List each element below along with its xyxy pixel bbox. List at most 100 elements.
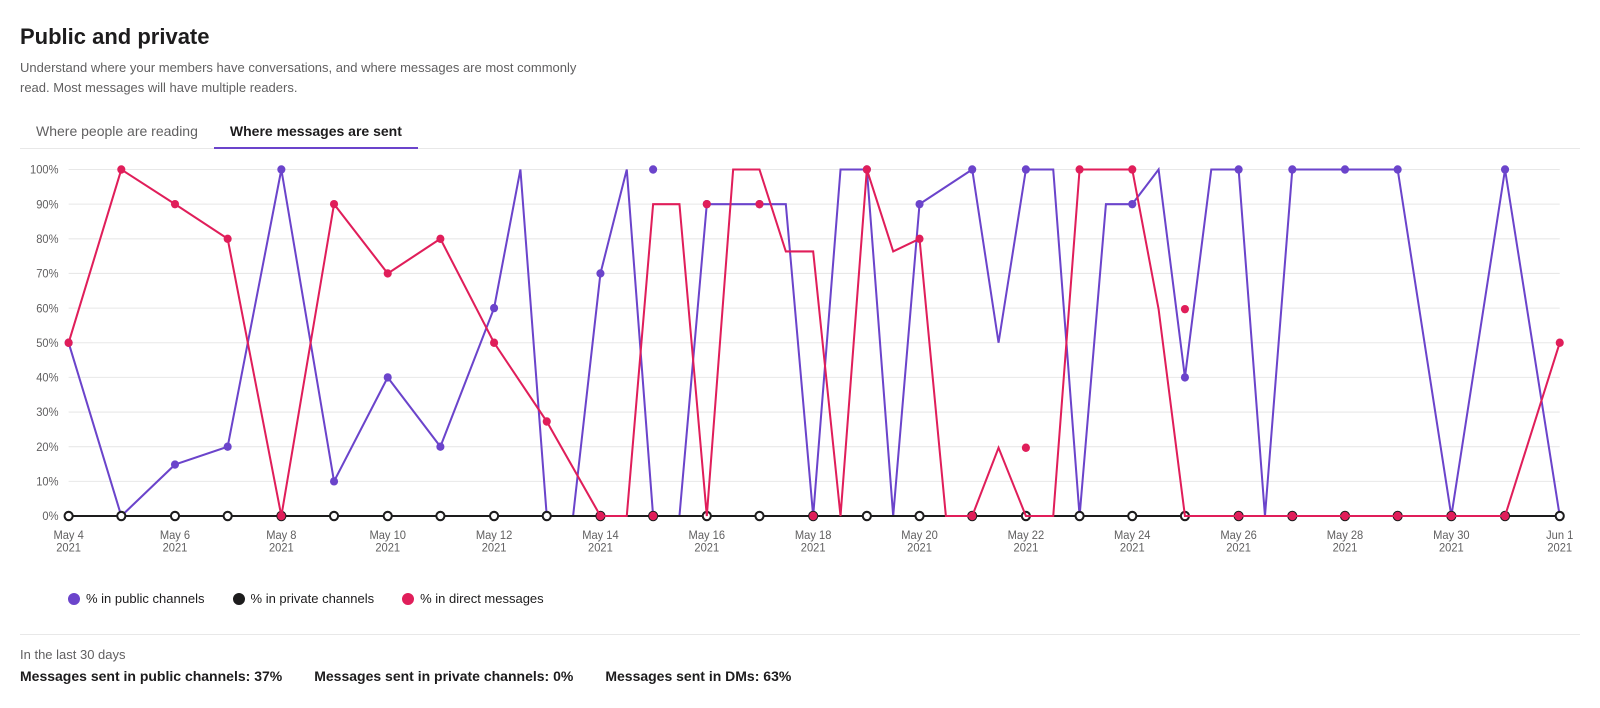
dm-dot (755, 200, 763, 208)
dm-dot (1181, 305, 1189, 313)
dm-dot (1341, 512, 1349, 520)
dm-dot (384, 269, 392, 277)
private-dot (65, 512, 73, 520)
public-dot (915, 200, 923, 208)
public-dot (1022, 165, 1030, 173)
svg-text:May 14: May 14 (582, 530, 618, 542)
dm-dot (117, 165, 125, 173)
public-dot (968, 165, 976, 173)
private-dot (1076, 512, 1084, 520)
stat-public-label: Messages sent in public channels: (20, 668, 250, 684)
legend-private: % in private channels (233, 591, 375, 606)
dm-dot (543, 417, 551, 425)
tab-sent[interactable]: Where messages are sent (214, 115, 418, 149)
dm-dot (436, 235, 444, 243)
public-dot (1128, 200, 1136, 208)
svg-text:2021: 2021 (1014, 543, 1039, 555)
tab-reading[interactable]: Where people are reading (20, 115, 214, 149)
chart-legend: % in public channels % in private channe… (68, 591, 1580, 606)
svg-text:10%: 10% (36, 476, 58, 488)
private-dot (755, 512, 763, 520)
svg-text:May 10: May 10 (369, 530, 405, 542)
dm-dot (863, 165, 871, 173)
private-dot (1128, 512, 1136, 520)
stat-private: Messages sent in private channels: 0% (314, 668, 573, 684)
public-dot (1235, 165, 1243, 173)
page-title: Public and private (20, 24, 1580, 50)
public-dot (1394, 165, 1402, 173)
dm-dot (1556, 339, 1564, 347)
private-dot (436, 512, 444, 520)
private-dot (171, 512, 179, 520)
dm-dot (915, 235, 923, 243)
private-dot (384, 512, 392, 520)
legend-dot-private (233, 593, 245, 605)
dm-dot (1076, 165, 1084, 173)
stat-dm-label: Messages sent in DMs: (605, 668, 759, 684)
dm-dot (703, 200, 711, 208)
public-dot (436, 443, 444, 451)
public-dot (171, 460, 179, 468)
svg-text:May 20: May 20 (901, 530, 937, 542)
svg-text:May 18: May 18 (795, 530, 831, 542)
public-dot (224, 443, 232, 451)
dm-dot (65, 339, 73, 347)
dm-dot (968, 512, 976, 520)
svg-text:2021: 2021 (1439, 543, 1464, 555)
stat-private-value: 0% (553, 668, 573, 684)
svg-text:May 16: May 16 (689, 530, 725, 542)
dm-dot (224, 235, 232, 243)
dm-dot (596, 512, 604, 520)
legend-dot-dm (402, 593, 414, 605)
svg-text:2021: 2021 (801, 543, 826, 555)
public-dot (1341, 165, 1349, 173)
svg-text:May 6: May 6 (160, 530, 190, 542)
dm-dot (649, 512, 657, 520)
public-dot (1288, 165, 1296, 173)
legend-label-public: % in public channels (86, 591, 205, 606)
svg-text:May 26: May 26 (1220, 530, 1256, 542)
private-dot (543, 512, 551, 520)
svg-text:2021: 2021 (1547, 543, 1572, 555)
stat-dm: Messages sent in DMs: 63% (605, 668, 791, 684)
public-dot (490, 304, 498, 312)
public-dot (596, 269, 604, 277)
svg-text:0%: 0% (42, 511, 58, 523)
dm-dot (1394, 512, 1402, 520)
svg-text:May 4: May 4 (53, 530, 83, 542)
dm-dot (171, 200, 179, 208)
svg-text:2021: 2021 (163, 543, 188, 555)
legend-label-private: % in private channels (251, 591, 375, 606)
svg-text:2021: 2021 (1120, 543, 1145, 555)
svg-text:2021: 2021 (482, 543, 507, 555)
svg-text:May 22: May 22 (1008, 530, 1044, 542)
private-dot (915, 512, 923, 520)
page-subtitle: Understand where your members have conve… (20, 58, 600, 97)
dm-dot (1128, 165, 1136, 173)
private-dot (117, 512, 125, 520)
summary-period: In the last 30 days (20, 647, 1580, 662)
svg-text:May 28: May 28 (1327, 530, 1363, 542)
private-dot (330, 512, 338, 520)
stat-private-label: Messages sent in private channels: (314, 668, 549, 684)
private-dot (1556, 512, 1564, 520)
svg-text:2021: 2021 (56, 543, 81, 555)
svg-text:60%: 60% (36, 303, 58, 315)
svg-text:50%: 50% (36, 338, 58, 350)
svg-text:40%: 40% (36, 372, 58, 384)
dm-dot (1447, 512, 1455, 520)
stat-public: Messages sent in public channels: 37% (20, 668, 282, 684)
dm-dot (490, 339, 498, 347)
svg-text:May 12: May 12 (476, 530, 512, 542)
svg-text:2021: 2021 (1333, 543, 1358, 555)
svg-text:2021: 2021 (1226, 543, 1251, 555)
line-chart: .grid-line { stroke: #e8e8e8; stroke-wid… (20, 159, 1580, 579)
chart-area: .grid-line { stroke: #e8e8e8; stroke-wid… (20, 159, 1580, 579)
public-dot (384, 373, 392, 381)
stat-dm-value: 63% (763, 668, 791, 684)
dm-dot (277, 512, 285, 520)
svg-text:May 24: May 24 (1114, 530, 1150, 542)
svg-text:Jun 1: Jun 1 (1546, 530, 1573, 542)
private-dot (863, 512, 871, 520)
dm-dot (1288, 512, 1296, 520)
